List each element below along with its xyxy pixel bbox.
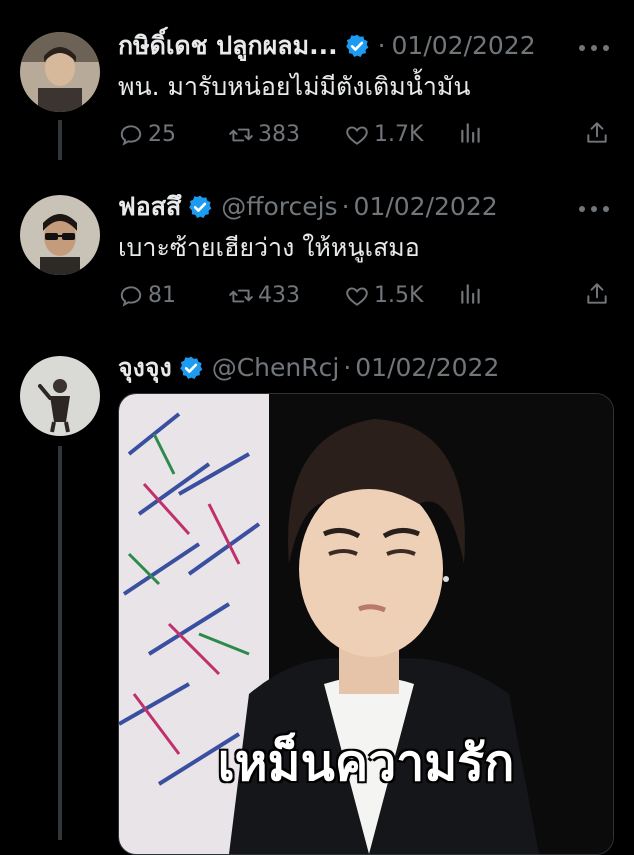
views-icon	[461, 284, 480, 304]
reply-count: 81	[148, 283, 176, 308]
like-button[interactable]: 1.5K	[344, 281, 423, 311]
separator: ·	[377, 31, 386, 60]
handle[interactable]: @ChenRcj	[212, 352, 340, 384]
like-button[interactable]: 1.7K	[344, 120, 423, 150]
display-name[interactable]: กษิดิ์เดช ปลูกผลม...	[118, 30, 338, 62]
tweet-text: พน. มารับหน่อยไม่มีตังเติมน้ำมัน	[118, 72, 471, 101]
display-name[interactable]: จุงจุง	[118, 352, 172, 384]
verified-badge-icon	[178, 355, 204, 381]
avatar[interactable]	[20, 356, 100, 436]
retweet-button[interactable]: 383	[228, 120, 300, 150]
tweet-date[interactable]: 01/02/2022	[354, 191, 498, 223]
reply-icon	[120, 125, 142, 146]
thread-line	[58, 446, 62, 840]
share-icon	[587, 283, 607, 304]
like-count: 1.5K	[374, 283, 424, 308]
views-icon	[461, 123, 480, 143]
reply-count: 25	[148, 122, 176, 147]
views-button[interactable]	[458, 120, 488, 146]
share-icon	[587, 122, 607, 143]
reply-icon	[120, 286, 142, 307]
more-options-icon[interactable]	[576, 38, 612, 58]
reply-button[interactable]: 25	[118, 120, 176, 150]
thread-line	[58, 120, 62, 160]
retweet-count: 433	[258, 283, 300, 308]
tweet-date[interactable]: 01/02/2022	[355, 352, 499, 384]
verified-badge-icon	[187, 194, 213, 220]
more-options-icon[interactable]	[576, 199, 612, 219]
tweet-actions: 81 433 1.5K	[118, 281, 610, 311]
like-icon	[346, 287, 368, 306]
display-name[interactable]: ฟอสสึ	[118, 191, 181, 223]
tweet-actions: 25 383 1.7K	[118, 120, 610, 150]
separator: ·	[343, 353, 352, 382]
retweet-button[interactable]: 433	[228, 281, 300, 311]
like-icon	[346, 126, 368, 145]
share-button[interactable]	[584, 120, 614, 146]
reply-button[interactable]: 81	[118, 281, 176, 311]
tweet-media-image[interactable]: เหม็นความรัก	[118, 393, 614, 855]
verified-badge-icon	[344, 33, 370, 59]
retweet-icon	[229, 289, 253, 303]
tweet-text: เบาะซ้ายเฮียว่าง ให้หนูเสมอ	[118, 233, 420, 262]
like-count: 1.7K	[374, 122, 424, 147]
avatar[interactable]	[20, 195, 100, 275]
tweet-date[interactable]: 01/02/2022	[392, 30, 536, 62]
retweet-icon	[229, 128, 253, 142]
meme-caption: เหม็นความรัก	[217, 734, 515, 792]
avatar[interactable]	[20, 32, 100, 112]
retweet-count: 383	[258, 122, 300, 147]
separator: ·	[341, 192, 350, 221]
handle[interactable]: @fforcejs	[221, 191, 337, 223]
views-button[interactable]	[458, 281, 488, 307]
share-button[interactable]	[584, 281, 614, 307]
